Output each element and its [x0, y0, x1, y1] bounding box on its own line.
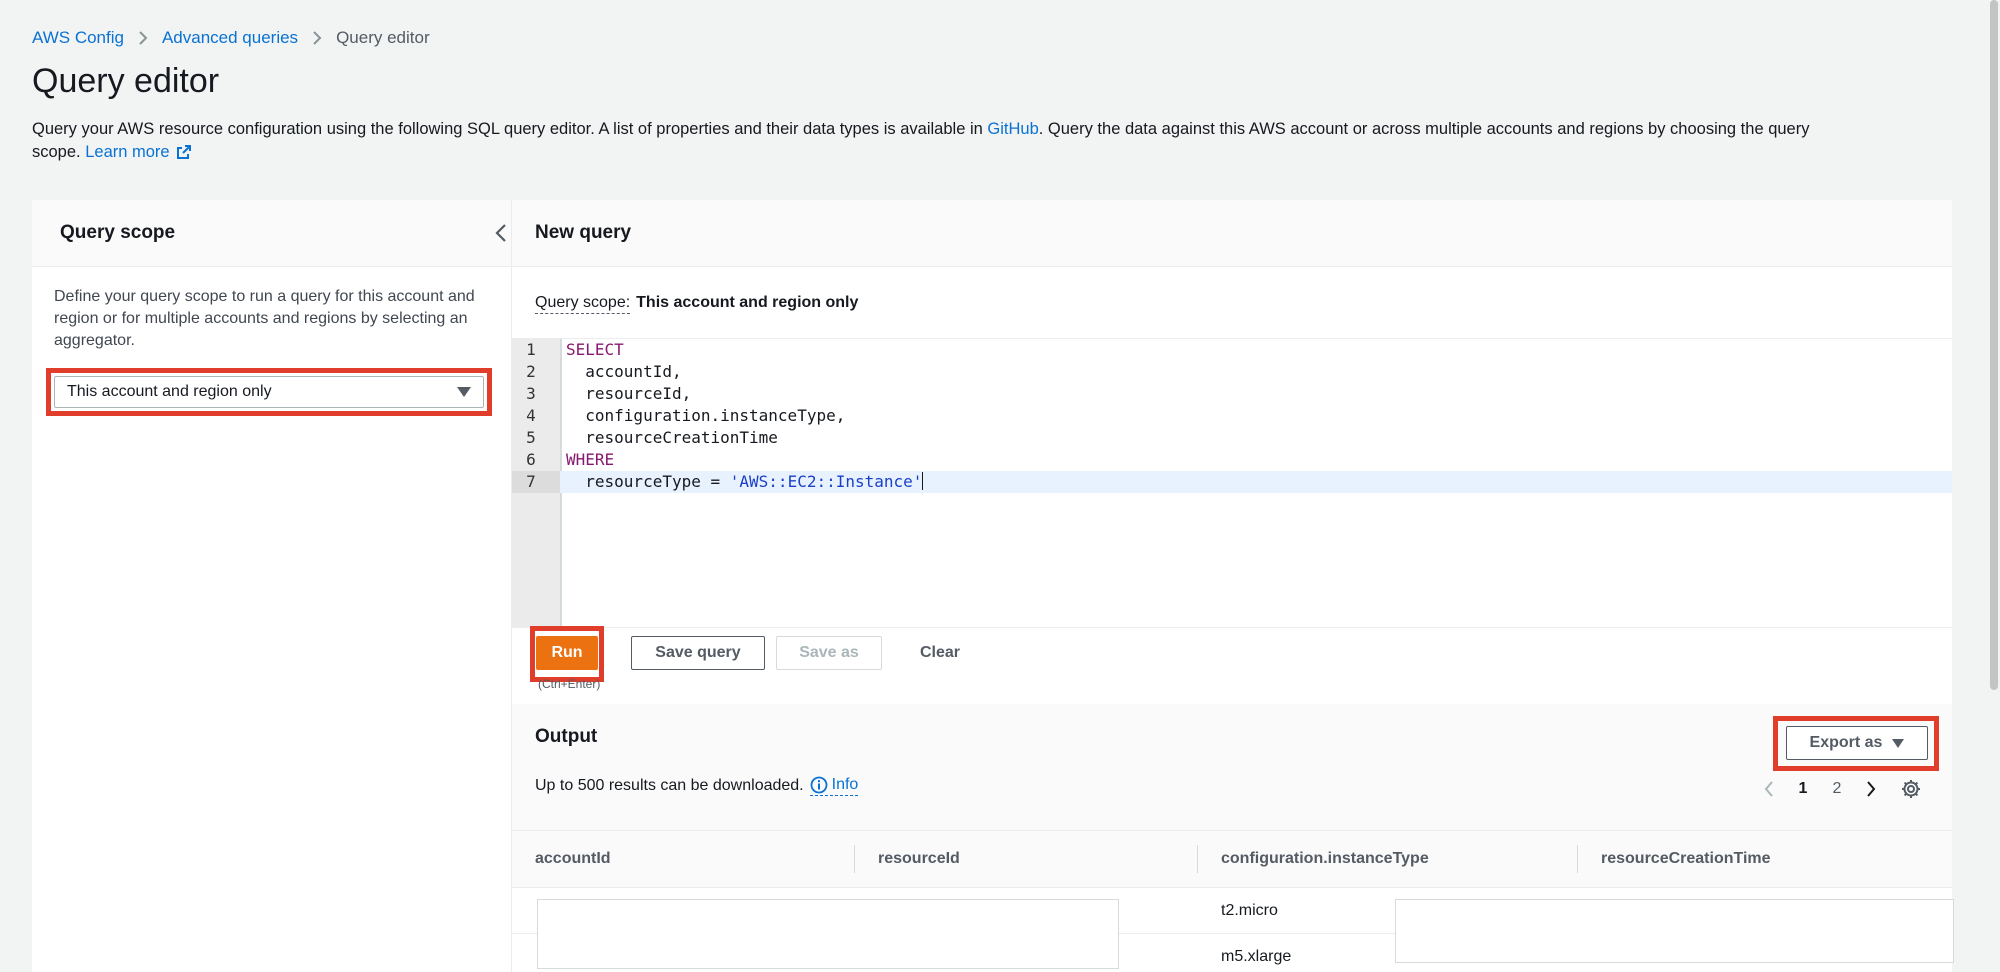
download-note-text: Up to 500 results can be downloaded. [535, 777, 804, 794]
column-label: resourceCreationTime [1601, 850, 1771, 867]
code-line: 3 resourceId, [512, 383, 1952, 405]
code-string-literal: 'AWS::EC2::Instance' [729, 472, 923, 491]
caret-down-icon [457, 387, 471, 397]
table-preferences-button[interactable] [1900, 778, 1922, 800]
line-number: 6 [526, 450, 536, 469]
query-scope-panel: Query scope Define your query scope to r… [32, 200, 512, 972]
download-note: Up to 500 results can be downloaded. Inf… [535, 776, 859, 796]
query-scope-header: Query scope [32, 200, 511, 267]
code-text: SELECT [566, 340, 624, 359]
query-scope-summary: Query scope: This account and region only [535, 294, 859, 314]
line-number: 7 [512, 471, 560, 493]
query-scope-selected-value: This account and region only [67, 383, 272, 400]
run-shortcut-hint: (Ctrl+Enter) [538, 677, 601, 691]
line-number: 3 [526, 384, 536, 403]
query-scope-label: Query scope: [535, 294, 631, 314]
page-2-button[interactable]: 2 [1820, 776, 1854, 802]
info-icon [810, 776, 828, 794]
page-1-button[interactable]: 1 [1786, 776, 1820, 802]
table-header: accountId resourceId configuration.insta… [512, 831, 1952, 888]
sql-editor[interactable]: 1 SELECT 2 accountId, 3 resourceId, 4 con… [512, 338, 1952, 628]
run-button[interactable]: Run [536, 636, 598, 670]
redaction-box [537, 899, 1119, 969]
query-scope-select[interactable]: This account and region only [54, 376, 484, 408]
editor-code: 1 SELECT 2 accountId, 3 resourceId, 4 con… [512, 339, 1952, 493]
line-number: 1 [526, 340, 536, 359]
line-number: 5 [526, 428, 536, 447]
column-header-resource-id[interactable]: resourceId [855, 831, 1198, 887]
page-title: Query editor [32, 62, 220, 100]
code-text: resourceId, [566, 384, 692, 403]
new-query-panel: New query Query scope: This account and r… [512, 200, 1954, 972]
results-table: accountId resourceId configuration.insta… [512, 830, 1954, 972]
page-scrollbar[interactable] [1988, 0, 2000, 972]
collapse-panel-button[interactable] [490, 222, 512, 244]
chevron-right-icon [312, 30, 322, 46]
page-description: Query your AWS resource configuration us… [32, 118, 1832, 167]
next-page-button[interactable] [1854, 776, 1888, 802]
chevron-left-icon [1764, 781, 1773, 797]
chevron-right-icon [138, 30, 148, 46]
redaction-box [1395, 899, 1954, 963]
description-prefix: Query your AWS resource configuration us… [32, 120, 988, 138]
previous-page-button[interactable] [1752, 776, 1786, 802]
code-text-prefix: resourceType = [566, 472, 730, 491]
learn-more-label: Learn more [85, 143, 170, 161]
text-cursor [922, 472, 924, 490]
new-query-title: New query [535, 222, 632, 243]
save-as-button[interactable]: Save as [776, 636, 882, 670]
chevron-left-icon [495, 224, 506, 242]
export-as-button[interactable]: Export as [1786, 726, 1928, 760]
column-label: accountId [535, 850, 611, 867]
caret-down-icon [1892, 738, 1905, 748]
column-label: resourceId [878, 850, 960, 867]
external-link-icon [176, 144, 192, 167]
gear-icon [1902, 780, 1920, 798]
column-header-account-id[interactable]: accountId [512, 831, 855, 887]
code-text: accountId, [566, 362, 682, 381]
line-number: 4 [526, 406, 536, 425]
column-header-creation-time[interactable]: resourceCreationTime [1578, 831, 1952, 887]
query-scope-description: Define your query scope to run a query f… [54, 288, 475, 349]
code-line: 5 resourceCreationTime [512, 427, 1952, 449]
code-line: 4 configuration.instanceType, [512, 405, 1952, 427]
column-header-instance-type[interactable]: configuration.instanceType [1198, 831, 1578, 887]
chevron-right-icon [1867, 781, 1876, 797]
github-link[interactable]: GitHub [987, 120, 1038, 138]
breadcrumb-aws-config[interactable]: AWS Config [32, 28, 124, 48]
column-label: configuration.instanceType [1221, 850, 1429, 867]
code-line: 2 accountId, [512, 361, 1952, 383]
code-line: 1 SELECT [512, 339, 1952, 361]
query-scope-title: Query scope [60, 222, 176, 243]
breadcrumb-current: Query editor [336, 28, 430, 47]
info-label: Info [831, 776, 859, 793]
code-line-active: 7 resourceType = 'AWS::EC2::Instance' [512, 471, 1952, 493]
code-text: WHERE [566, 450, 615, 469]
output-section: Output Export as Up to 500 results can b… [512, 704, 1954, 972]
page: AWS Config Advanced queries Query editor… [0, 0, 2000, 972]
code-line: 6 WHERE [512, 449, 1952, 471]
code-text: configuration.instanceType, [566, 406, 846, 425]
scrollbar-thumb[interactable] [1990, 0, 1998, 690]
pagination: 1 2 [1752, 776, 1922, 802]
line-number: 2 [526, 362, 536, 381]
info-link[interactable]: Info [809, 776, 859, 796]
breadcrumb-advanced-queries[interactable]: Advanced queries [162, 28, 298, 48]
code-text: resourceType = 'AWS::EC2::Instance' [560, 471, 924, 493]
save-query-button[interactable]: Save query [631, 636, 765, 670]
breadcrumb: AWS Config Advanced queries Query editor [32, 28, 430, 48]
learn-more-link[interactable]: Learn more [85, 143, 191, 161]
export-as-label: Export as [1809, 734, 1883, 751]
code-text: resourceCreationTime [566, 428, 778, 447]
new-query-header: New query [512, 200, 1952, 267]
output-title: Output [535, 726, 598, 747]
query-scope-value: This account and region only [636, 294, 859, 311]
clear-button[interactable]: Clear [904, 636, 976, 670]
